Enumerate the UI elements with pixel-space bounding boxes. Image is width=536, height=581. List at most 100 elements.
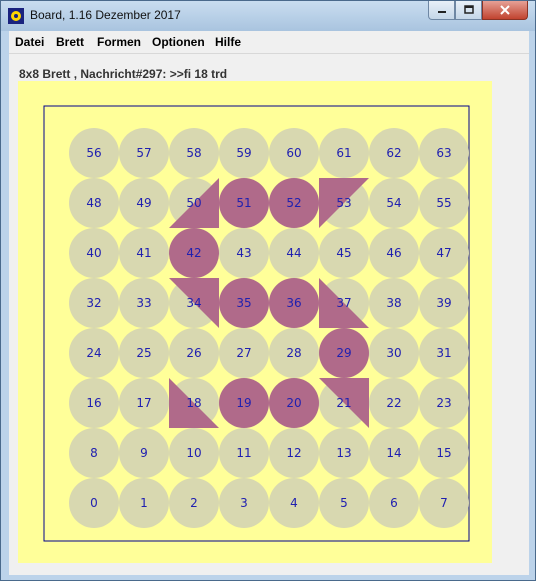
board-cell-47[interactable]: 47	[419, 228, 469, 278]
menu-hilfe[interactable]: Hilfe	[215, 35, 241, 49]
cell-label: 46	[386, 246, 401, 260]
cell-label: 51	[236, 196, 251, 210]
close-button[interactable]	[482, 1, 528, 20]
cell-label: 50	[186, 196, 201, 210]
board-cell-6[interactable]: 6	[369, 478, 419, 528]
minimize-button[interactable]	[428, 1, 455, 20]
board-cell-62[interactable]: 62	[369, 128, 419, 178]
board-cell-40[interactable]: 40	[69, 228, 119, 278]
cell-label: 37	[336, 296, 351, 310]
board-cell-42[interactable]: 42	[169, 228, 219, 278]
board-cell-12[interactable]: 12	[269, 428, 319, 478]
maximize-button[interactable]	[455, 1, 482, 20]
board-panel: 56 57 58 59 60 61 62 63 48 49 50 51 52 53 54 55 40 41 42 43…	[18, 81, 492, 563]
client-area: Datei Brett Formen Optionen Hilfe 8x8 Br…	[9, 31, 529, 575]
cell-label: 35	[236, 296, 251, 310]
board-cell-41[interactable]: 41	[119, 228, 169, 278]
board-cell-13[interactable]: 13	[319, 428, 369, 478]
menu-optionen[interactable]: Optionen	[152, 35, 205, 49]
board-cell-56[interactable]: 56	[69, 128, 119, 178]
cell-label: 44	[286, 246, 301, 260]
board-cell-35[interactable]: 35	[219, 278, 269, 328]
board-cell-4[interactable]: 4	[269, 478, 319, 528]
board-cell-55[interactable]: 55	[419, 178, 469, 228]
board-cell-44[interactable]: 44	[269, 228, 319, 278]
close-icon	[500, 5, 510, 15]
cell-label: 16	[86, 396, 101, 410]
board-cell-36[interactable]: 36	[269, 278, 319, 328]
board-cell-57[interactable]: 57	[119, 128, 169, 178]
board-cell-49[interactable]: 49	[119, 178, 169, 228]
board-cell-58[interactable]: 58	[169, 128, 219, 178]
cell-label: 36	[286, 296, 301, 310]
board-cell-8[interactable]: 8	[69, 428, 119, 478]
board-cell-5[interactable]: 5	[319, 478, 369, 528]
board-cell-20[interactable]: 20	[269, 378, 319, 428]
cell-label: 20	[286, 396, 301, 410]
board-cell-7[interactable]: 7	[419, 478, 469, 528]
board-cell-50[interactable]: 50	[169, 178, 219, 228]
board-cell-0[interactable]: 0	[69, 478, 119, 528]
cell-label: 58	[186, 146, 201, 160]
cell-label: 2	[190, 496, 198, 510]
board-cell-29[interactable]: 29	[319, 328, 369, 378]
board-cell-31[interactable]: 31	[419, 328, 469, 378]
board-cell-33[interactable]: 33	[119, 278, 169, 328]
cell-label: 13	[336, 446, 351, 460]
cell-label: 47	[436, 246, 451, 260]
board-cell-25[interactable]: 25	[119, 328, 169, 378]
board-cell-27[interactable]: 27	[219, 328, 269, 378]
board-cell-21[interactable]: 21	[319, 378, 369, 428]
board-cell-19[interactable]: 19	[219, 378, 269, 428]
board-cell-39[interactable]: 39	[419, 278, 469, 328]
menu-datei[interactable]: Datei	[15, 35, 44, 49]
cell-label: 38	[386, 296, 401, 310]
board-cell-46[interactable]: 46	[369, 228, 419, 278]
board-cell-43[interactable]: 43	[219, 228, 269, 278]
board-cell-45[interactable]: 45	[319, 228, 369, 278]
board-cell-17[interactable]: 17	[119, 378, 169, 428]
board-cell-60[interactable]: 60	[269, 128, 319, 178]
board-cell-28[interactable]: 28	[269, 328, 319, 378]
menu-formen[interactable]: Formen	[97, 35, 141, 49]
board-cell-63[interactable]: 63	[419, 128, 469, 178]
minimize-icon	[437, 11, 446, 13]
menu-brett[interactable]: Brett	[56, 35, 84, 49]
board-cell-22[interactable]: 22	[369, 378, 419, 428]
board-cell-24[interactable]: 24	[69, 328, 119, 378]
board-cell-2[interactable]: 2	[169, 478, 219, 528]
board-cell-15[interactable]: 15	[419, 428, 469, 478]
cell-label: 60	[286, 146, 301, 160]
board-cell-1[interactable]: 1	[119, 478, 169, 528]
board-cell-53[interactable]: 53	[319, 178, 369, 228]
board-cell-11[interactable]: 11	[219, 428, 269, 478]
board-cell-37[interactable]: 37	[319, 278, 369, 328]
title-bar[interactable]: Board, 1.16 Dezember 2017	[1, 1, 535, 31]
board-cell-10[interactable]: 10	[169, 428, 219, 478]
cell-label: 53	[336, 196, 351, 210]
board-cell-18[interactable]: 18	[169, 378, 219, 428]
board-cell-51[interactable]: 51	[219, 178, 269, 228]
cell-label: 62	[386, 146, 401, 160]
board-cell-3[interactable]: 3	[219, 478, 269, 528]
cell-label: 25	[136, 346, 151, 360]
cell-label: 5	[340, 496, 348, 510]
board-cell-26[interactable]: 26	[169, 328, 219, 378]
board-cell-38[interactable]: 38	[369, 278, 419, 328]
board-cell-32[interactable]: 32	[69, 278, 119, 328]
cell-label: 49	[136, 196, 151, 210]
board-canvas[interactable]: 56 57 58 59 60 61 62 6348 49 50 51 52 53 54 5540 41 42 43…	[18, 81, 492, 563]
board-cell-59[interactable]: 59	[219, 128, 269, 178]
board-cell-30[interactable]: 30	[369, 328, 419, 378]
board-cell-16[interactable]: 16	[69, 378, 119, 428]
cell-label: 17	[136, 396, 151, 410]
board-cell-52[interactable]: 52	[269, 178, 319, 228]
board-cell-54[interactable]: 54	[369, 178, 419, 228]
board-cell-14[interactable]: 14	[369, 428, 419, 478]
board-cell-48[interactable]: 48	[69, 178, 119, 228]
board-cell-34[interactable]: 34	[169, 278, 219, 328]
board-cell-9[interactable]: 9	[119, 428, 169, 478]
cell-label: 32	[86, 296, 101, 310]
board-cell-23[interactable]: 23	[419, 378, 469, 428]
board-cell-61[interactable]: 61	[319, 128, 369, 178]
